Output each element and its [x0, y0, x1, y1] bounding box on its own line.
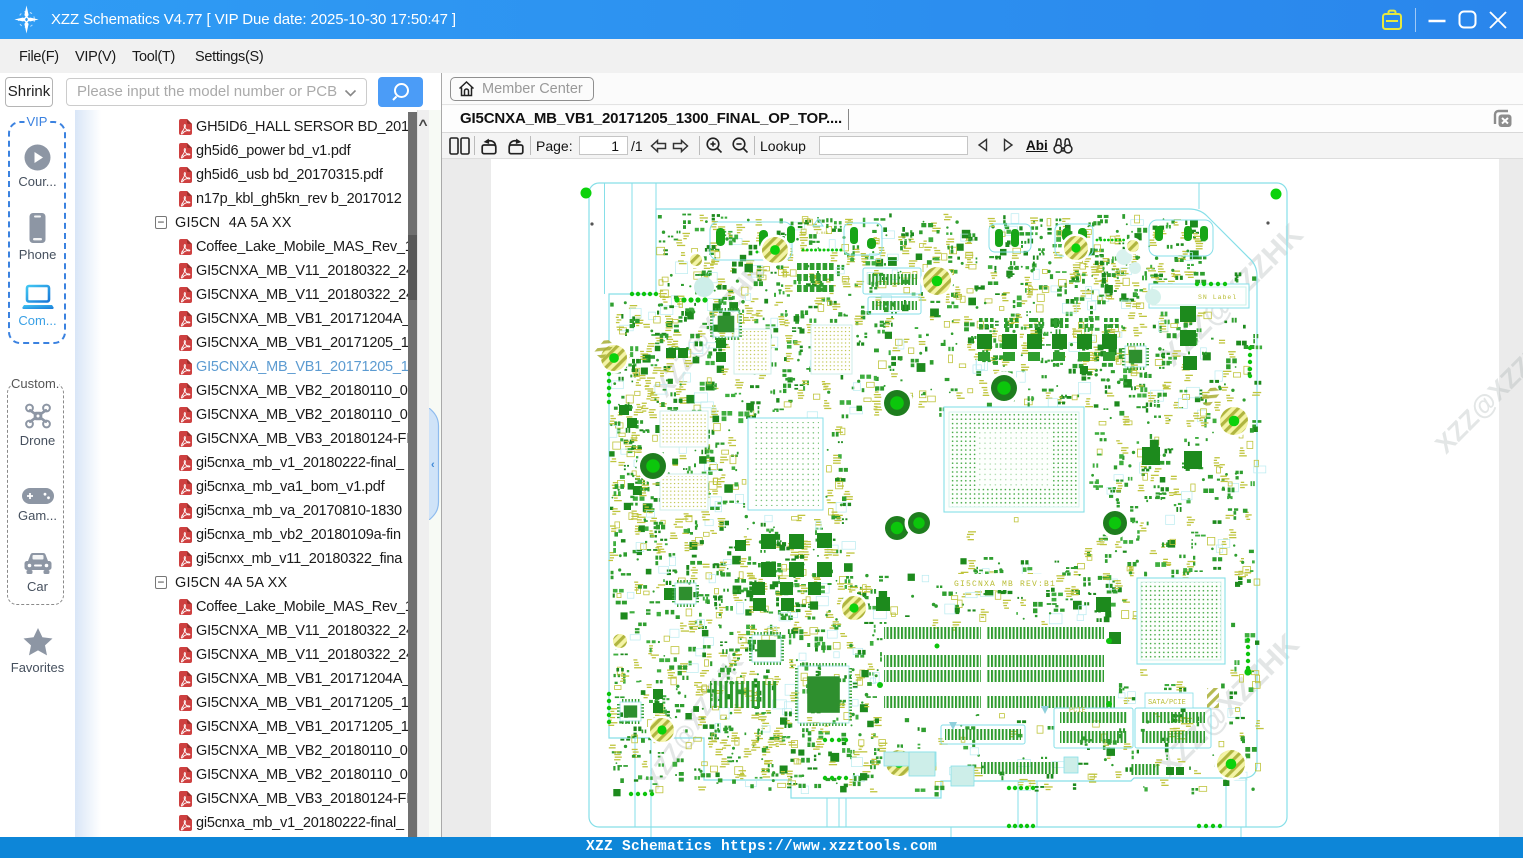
- svg-text:8.043: 8.043: [816, 232, 829, 236]
- svg-text:SN Label: SN Label: [1198, 294, 1237, 301]
